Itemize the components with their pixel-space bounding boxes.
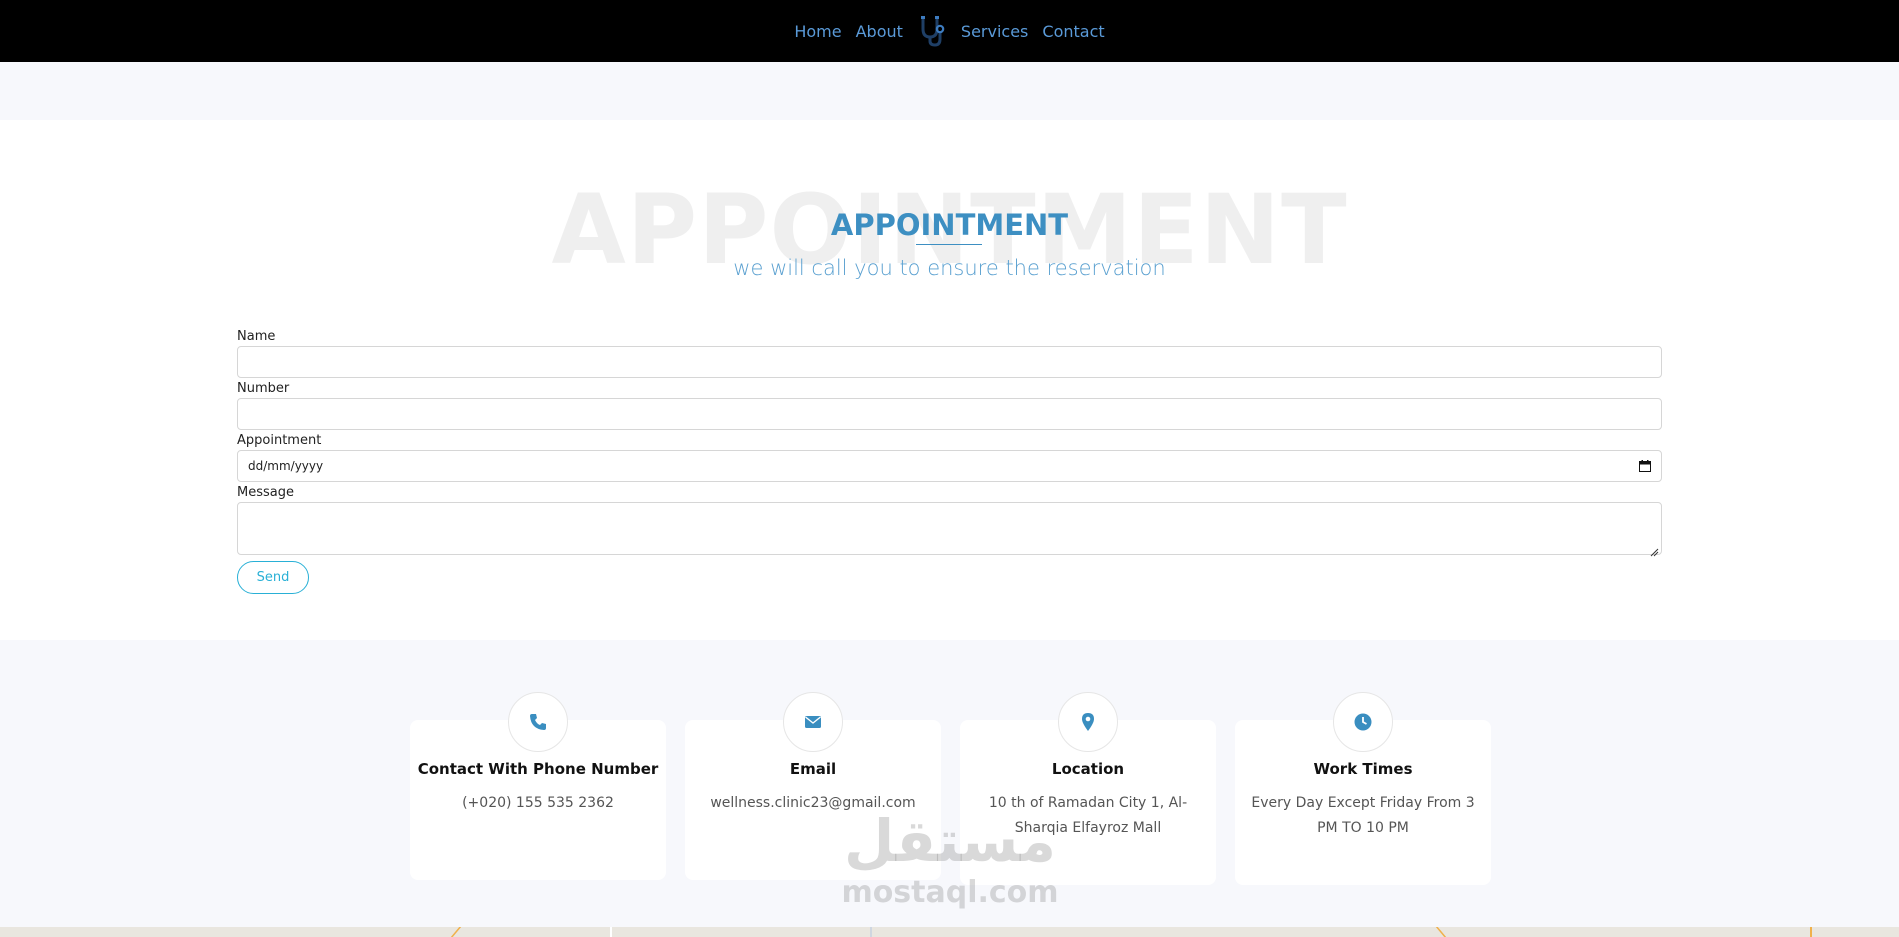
message-textarea[interactable] [237,502,1662,557]
nav-menu: Home About Services Contact [794,15,1105,47]
embedded-map[interactable] [0,927,1899,937]
contact-card-email: Email wellness.clinic23@gmail.com [685,692,941,880]
card-text: Every Day Except Friday From 3 PM TO 10 … [1251,795,1475,836]
card-text: wellness.clinic23@gmail.com [710,795,916,811]
card-title: Contact With Phone Number [417,760,659,778]
map-road [610,927,612,937]
envelope-icon [783,692,843,752]
card-text: 10 th of Ramadan City 1, Al-Sharqia Elfa… [988,795,1188,836]
contact-info-section: Contact With Phone Number (+020) 155 535… [0,640,1899,927]
nav-link-home[interactable]: Home [794,22,841,41]
top-spacer-band [0,62,1899,120]
appointment-section: APPOINTMENT APPOINTMENT we will call you… [0,120,1899,640]
card-title: Email [789,760,837,778]
card-text: (+020) 155 535 2362 [462,795,614,811]
appointment-form: Name Number Appointment dd/mm/yyyy Messa… [237,328,1662,594]
appointment-label: Appointment [237,433,322,448]
message-label: Message [237,485,294,500]
title-underline [916,244,982,245]
map-road [450,927,462,937]
appointment-date-input[interactable]: dd/mm/yyyy [237,450,1662,482]
contact-card-work-times: Work Times Every Day Except Friday From … [1235,692,1491,885]
map-road [870,927,872,937]
nav-link-contact[interactable]: Contact [1042,22,1104,41]
contact-card-location: Location 10 th of Ramadan City 1, Al-Sha… [960,692,1216,885]
name-label: Name [237,329,276,344]
clock-icon [1333,692,1393,752]
map-road [1435,927,1447,937]
resize-handle-icon[interactable] [1649,542,1659,557]
contact-card-phone: Contact With Phone Number (+020) 155 535… [410,692,666,880]
name-input[interactable] [237,346,1662,378]
nav-link-services[interactable]: Services [961,22,1028,41]
send-button[interactable]: Send [237,561,309,594]
number-label: Number [237,381,290,396]
card-title: Work Times [1313,760,1413,778]
map-road [1810,927,1812,937]
nav-link-about[interactable]: About [856,22,903,41]
phone-icon [508,692,568,752]
stethoscope-icon[interactable] [917,15,947,47]
date-placeholder: dd/mm/yyyy [248,459,324,473]
map-pin-icon [1058,692,1118,752]
top-navbar: Home About Services Contact [0,0,1899,62]
appointment-title: APPOINTMENT [830,208,1069,242]
number-input[interactable] [237,398,1662,430]
calendar-icon[interactable] [1639,460,1651,472]
card-title: Location [1051,760,1125,778]
appointment-subtitle: we will call you to ensure the reservati… [733,256,1166,280]
